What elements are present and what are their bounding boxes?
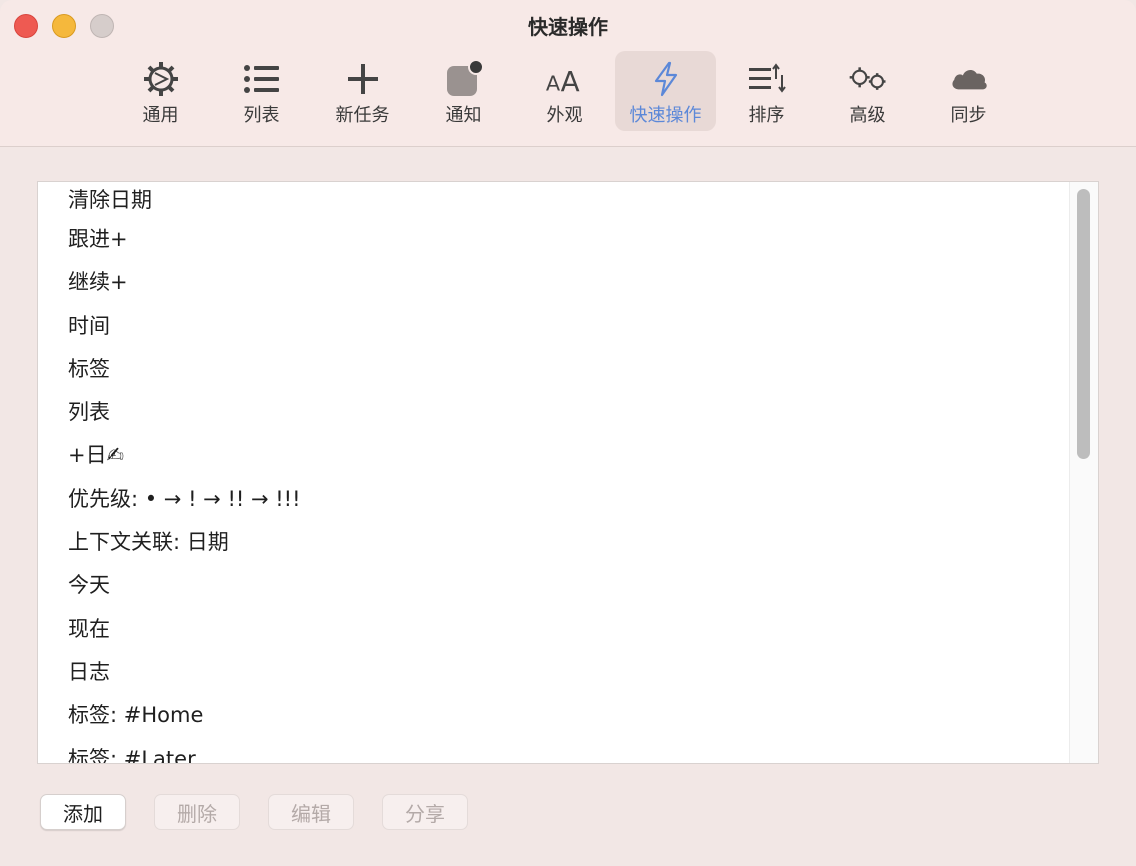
tab-sort-label: 排序: [748, 105, 785, 126]
lightning-icon: [646, 61, 686, 97]
list-item[interactable]: 现在: [38, 608, 1070, 651]
list-item[interactable]: 标签: #Later: [38, 738, 1070, 763]
notification-badge-icon: [444, 60, 484, 97]
tab-general-label: 通用: [142, 105, 179, 126]
tab-quick-actions[interactable]: 快速操作: [615, 51, 716, 131]
share-button[interactable]: 分享: [382, 794, 468, 830]
sort-icon: [747, 61, 787, 97]
tab-sync-label: 同步: [950, 105, 987, 126]
svg-text:A: A: [560, 65, 579, 96]
tab-lists[interactable]: 列表: [211, 51, 312, 131]
list-item[interactable]: 清除日期: [38, 182, 1070, 218]
list-item[interactable]: 跟进+: [38, 218, 1070, 261]
list-action-buttons: 添加 删除 编辑 分享: [40, 794, 468, 830]
tab-new-task-label: 新任务: [335, 105, 390, 126]
add-button[interactable]: 添加: [40, 794, 126, 830]
tab-appearance[interactable]: A A 外观: [514, 51, 615, 131]
tab-advanced[interactable]: 高级: [817, 51, 918, 131]
list-item[interactable]: 日志: [38, 651, 1070, 694]
title-toolbar-area: 快速操作 通用 列表 新任务 通知 A A 外观 快速操作 排序 高级 同步: [0, 0, 1136, 147]
svg-text:A: A: [545, 71, 560, 95]
tab-sync[interactable]: 同步: [918, 51, 1019, 131]
preferences-window: 快速操作 通用 列表 新任务 通知 A A 外观 快速操作 排序 高级 同步 清…: [0, 0, 1136, 866]
tab-notifications-label: 通知: [445, 105, 482, 126]
list-item[interactable]: 上下文关联: 日期: [38, 521, 1070, 564]
list-item[interactable]: 继续+: [38, 261, 1070, 304]
list-item[interactable]: +日✍: [38, 434, 1070, 477]
list-item[interactable]: 时间: [38, 305, 1070, 348]
tab-lists-label: 列表: [243, 105, 280, 126]
list-item[interactable]: 标签: [38, 348, 1070, 391]
gears-icon: [848, 61, 888, 97]
quick-actions-list: 清除日期 跟进+ 继续+ 时间 标签 列表 +日✍ 优先级: • → ! → !…: [37, 181, 1099, 764]
delete-button[interactable]: 删除: [154, 794, 240, 830]
quick-actions-items: 清除日期 跟进+ 继续+ 时间 标签 列表 +日✍ 优先级: • → ! → !…: [38, 182, 1070, 763]
list-item[interactable]: 今天: [38, 564, 1070, 607]
tab-appearance-label: 外观: [546, 105, 583, 126]
font-size-icon: A A: [545, 61, 585, 97]
preferences-toolbar: 通用 列表 新任务 通知 A A 外观 快速操作 排序 高级 同步: [110, 51, 1019, 131]
list-item[interactable]: 列表: [38, 391, 1070, 434]
tab-new-task[interactable]: 新任务: [312, 51, 413, 131]
edit-button[interactable]: 编辑: [268, 794, 354, 830]
plus-icon: [343, 61, 383, 97]
tab-notifications[interactable]: 通知: [413, 51, 514, 131]
tab-quick-actions-label: 快速操作: [629, 105, 702, 126]
gear-icon: [141, 61, 181, 97]
list-item[interactable]: 标签: #Home: [38, 694, 1070, 737]
scrollbar-thumb[interactable]: [1077, 189, 1090, 459]
tab-sort[interactable]: 排序: [716, 51, 817, 131]
cloud-icon: [949, 61, 989, 97]
tab-general[interactable]: 通用: [110, 51, 211, 131]
list-icon: [242, 61, 282, 97]
list-item[interactable]: 优先级: • → ! → !! → !!!: [38, 478, 1070, 521]
window-title: 快速操作: [528, 15, 608, 39]
vertical-scrollbar[interactable]: [1069, 182, 1098, 763]
tab-advanced-label: 高级: [849, 105, 886, 126]
